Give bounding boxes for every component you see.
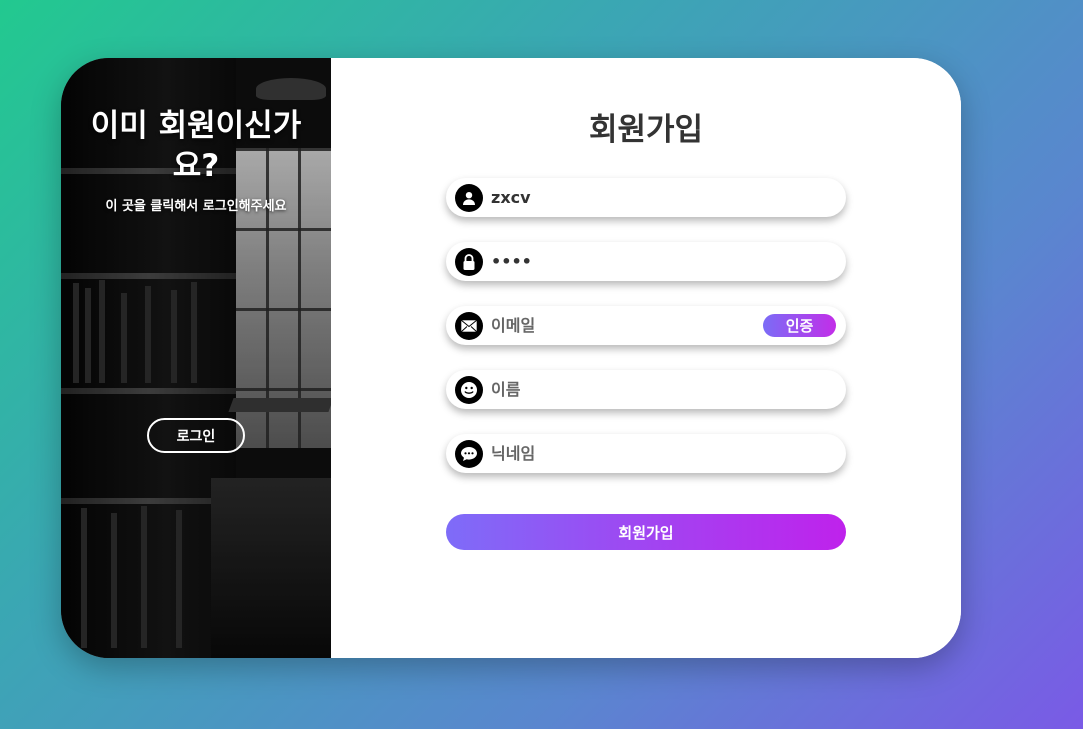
mail-icon bbox=[455, 311, 483, 340]
panel-subtext: 이 곳을 클릭해서 로그인해주세요 bbox=[105, 199, 287, 214]
signup-form: 회원가입 인증 bbox=[331, 58, 961, 658]
smiley-icon bbox=[455, 375, 483, 404]
email-field[interactable]: 인증 bbox=[446, 306, 846, 345]
nickname-input[interactable] bbox=[491, 444, 741, 463]
verify-email-button[interactable]: 인증 bbox=[763, 314, 836, 337]
login-button[interactable]: 로그인 bbox=[147, 418, 245, 453]
lock-icon bbox=[455, 247, 483, 276]
password-field[interactable] bbox=[446, 242, 846, 281]
name-field[interactable] bbox=[446, 370, 846, 409]
name-input[interactable] bbox=[491, 380, 741, 399]
signup-card: 이미 회원이신가요? 이 곳을 클릭해서 로그인해주세요 로그인 회원가입 인증 bbox=[61, 58, 961, 658]
signup-submit-button[interactable]: 회원가입 bbox=[446, 514, 846, 550]
username-field[interactable] bbox=[446, 178, 846, 217]
login-panel[interactable]: 이미 회원이신가요? 이 곳을 클릭해서 로그인해주세요 로그인 bbox=[61, 58, 331, 658]
email-input[interactable] bbox=[491, 316, 741, 335]
user-icon bbox=[455, 183, 483, 212]
nickname-field[interactable] bbox=[446, 434, 846, 473]
password-input[interactable] bbox=[491, 252, 741, 271]
form-title: 회원가입 bbox=[588, 112, 704, 148]
chat-bubble-icon bbox=[455, 439, 483, 468]
username-input[interactable] bbox=[491, 188, 741, 207]
panel-heading: 이미 회원이신가요? bbox=[90, 108, 302, 184]
